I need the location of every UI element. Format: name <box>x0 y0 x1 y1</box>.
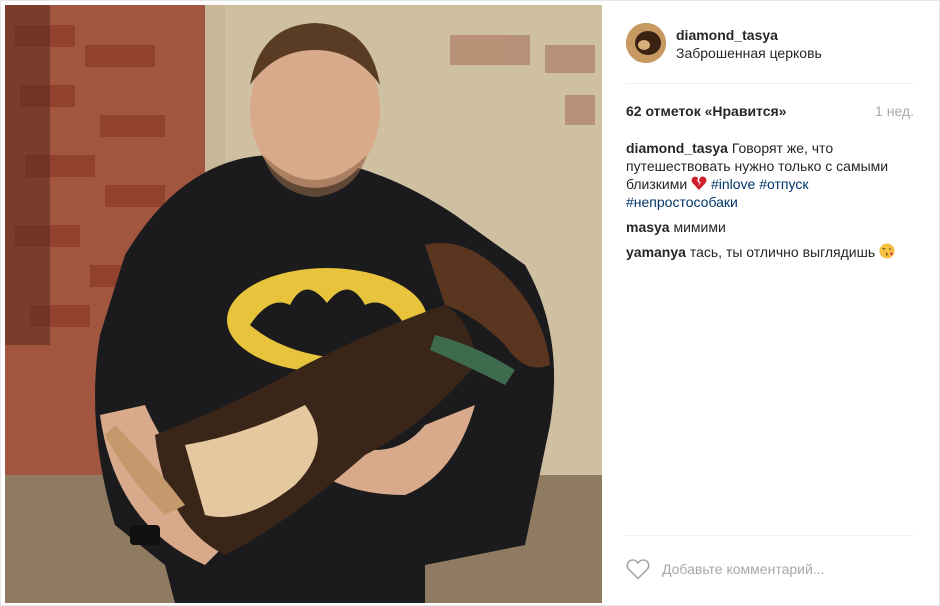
likes-row: 62 отметок «Нравится» 1 нед. <box>626 101 914 123</box>
comment-text: мимими <box>669 219 726 235</box>
comment-text: тась, ты отлично выглядишь <box>685 244 880 260</box>
avatar-image <box>626 23 666 63</box>
location-link[interactable]: Заброшенная церковь <box>676 45 822 61</box>
hashtag-neprostosobaki[interactable]: #непростособаки <box>626 194 738 210</box>
comment-username[interactable]: masya <box>626 219 670 235</box>
hashtag-otpusk[interactable]: #отпуск <box>759 176 808 192</box>
comment-username[interactable]: yamanya <box>626 244 686 260</box>
post-time[interactable]: 1 нед. <box>875 103 914 119</box>
comment-footer <box>626 535 934 586</box>
likes-count[interactable]: 62 отметок «Нравится» <box>626 103 786 119</box>
comment-item: yamanya тась, ты отлично выглядишь <box>626 243 914 261</box>
post-header: diamond_tasya Заброшенная церковь <box>626 23 914 84</box>
post-sidebar: diamond_tasya Заброшенная церковь 62 отм… <box>604 1 936 605</box>
photo-illustration <box>5 5 602 603</box>
caption: diamond_tasya Говорят же, что путешество… <box>626 139 914 211</box>
comment-item: masya мимими <box>626 218 914 236</box>
broken-heart-icon <box>691 176 707 190</box>
username-link[interactable]: diamond_tasya <box>676 27 778 43</box>
hashtag-inlove[interactable]: #inlove <box>711 176 755 192</box>
post-photo[interactable] <box>5 5 602 603</box>
comments-list: diamond_tasya Говорят же, что путешество… <box>626 139 914 268</box>
post-card: diamond_tasya Заброшенная церковь 62 отм… <box>0 0 940 606</box>
heart-icon[interactable] <box>626 558 650 580</box>
caption-username[interactable]: diamond_tasya <box>626 140 728 156</box>
kiss-face-icon <box>879 243 895 259</box>
comment-input[interactable] <box>660 556 934 582</box>
avatar[interactable] <box>626 23 666 63</box>
